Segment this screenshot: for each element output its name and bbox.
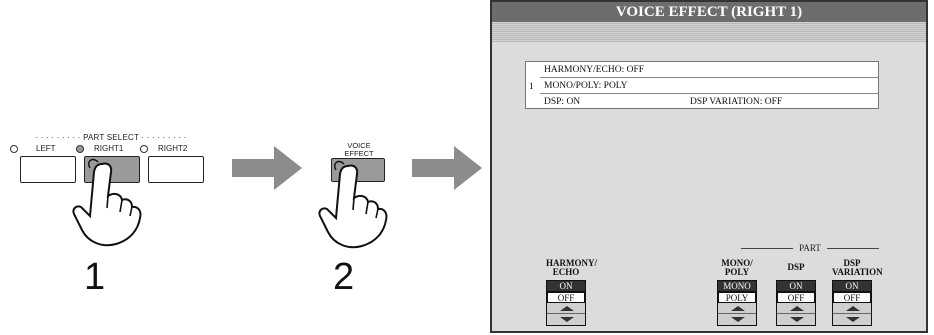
right1-led-icon (76, 145, 84, 153)
harmony-echo-label: HARMONY/ECHO (546, 258, 597, 277)
dsp-variation-control: DSP VARIATION ON OFF (832, 258, 883, 326)
dsp-row[interactable]: DSP: ON DSP VARIATION: OFF (540, 94, 878, 110)
triangle-up-icon (731, 306, 745, 311)
harmony-echo-down-button[interactable] (547, 314, 585, 325)
left-led-icon (10, 145, 18, 153)
right2-button[interactable] (148, 156, 204, 183)
triangle-up-icon (846, 306, 860, 311)
part-caption-text: PART (799, 243, 821, 253)
right1-button-label: RIGHT1 (94, 144, 124, 153)
dsp-label: DSP (787, 262, 805, 272)
right2-led-icon (140, 145, 148, 153)
part-select-text: PART SELECT (83, 133, 139, 142)
parameter-list: 1 HARMONY/ECHO: OFF MONO/POLY: POLY DSP:… (525, 61, 879, 109)
dsp-variation-down-button[interactable] (833, 314, 871, 325)
dsp-control: DSP ON OFF (776, 259, 816, 326)
dsp-variation-status: DSP VARIATION: OFF (690, 97, 783, 107)
dsp-variation-option-off[interactable]: OFF (833, 292, 871, 303)
dsp-status: DSP: ON (544, 97, 581, 107)
dsp-selector: ON OFF (776, 280, 816, 326)
arrow-right-icon (412, 146, 482, 190)
harmony-echo-up-button[interactable] (547, 303, 585, 314)
right2-button-label: RIGHT2 (158, 144, 188, 153)
harmony-echo-option-on[interactable]: ON (547, 281, 585, 292)
mono-poly-option-poly[interactable]: POLY (718, 292, 756, 303)
mono-poly-option-mono[interactable]: MONO (718, 281, 756, 292)
harmony-echo-row[interactable]: HARMONY/ECHO: OFF (540, 62, 878, 78)
dsp-variation-selector: ON OFF (832, 280, 872, 326)
triangle-up-icon (560, 306, 574, 311)
triangle-down-icon (790, 317, 804, 322)
triangle-down-icon (846, 317, 860, 322)
voice-effect-label: VOICE EFFECT (344, 141, 374, 158)
title-stripe (492, 22, 926, 42)
mono-poly-label: MONO/POLY (721, 258, 753, 277)
hand-pointer-icon (72, 158, 142, 247)
hand-pointer-icon (318, 160, 388, 249)
dsp-option-off[interactable]: OFF (777, 292, 815, 303)
triangle-down-icon (560, 317, 574, 322)
voice-effect-screen: VOICE EFFECT (RIGHT 1) 1 HARMONY/ECHO: O… (490, 0, 928, 333)
dsp-variation-up-button[interactable] (833, 303, 871, 314)
triangle-down-icon (731, 317, 745, 322)
dsp-down-button[interactable] (777, 314, 815, 325)
harmony-echo-selector: ON OFF (546, 280, 586, 326)
part-index: 1 (529, 81, 534, 91)
left-button-label: LEFT (36, 144, 56, 153)
part-select-label: · · · · · · · · · PART SELECT · · · · · … (16, 133, 206, 142)
mono-poly-down-button[interactable] (718, 314, 756, 325)
mono-poly-selector: MONO POLY (717, 280, 757, 326)
part-select-dots-left: · · · · · · · · · (35, 133, 84, 142)
dsp-variation-label: DSP VARIATION (832, 258, 883, 277)
screen-title: VOICE EFFECT (RIGHT 1) (492, 2, 926, 22)
arrow-right-icon (232, 146, 302, 190)
part-select-dots-right: · · · · · · · · · (138, 133, 187, 142)
part-caption: PART (725, 243, 895, 253)
harmony-echo-option-off[interactable]: OFF (547, 292, 585, 303)
step-2-number: 2 (333, 256, 355, 298)
triangle-up-icon (790, 306, 804, 311)
mono-poly-up-button[interactable] (718, 303, 756, 314)
dsp-variation-option-on[interactable]: ON (833, 281, 871, 292)
harmony-echo-control: HARMONY/ECHO ON OFF (546, 258, 597, 326)
mono-poly-row[interactable]: MONO/POLY: POLY (540, 78, 878, 94)
dsp-up-button[interactable] (777, 303, 815, 314)
mono-poly-control: MONO/POLY MONO POLY (717, 258, 757, 326)
step-1-number: 1 (84, 256, 106, 298)
dsp-option-on[interactable]: ON (777, 281, 815, 292)
